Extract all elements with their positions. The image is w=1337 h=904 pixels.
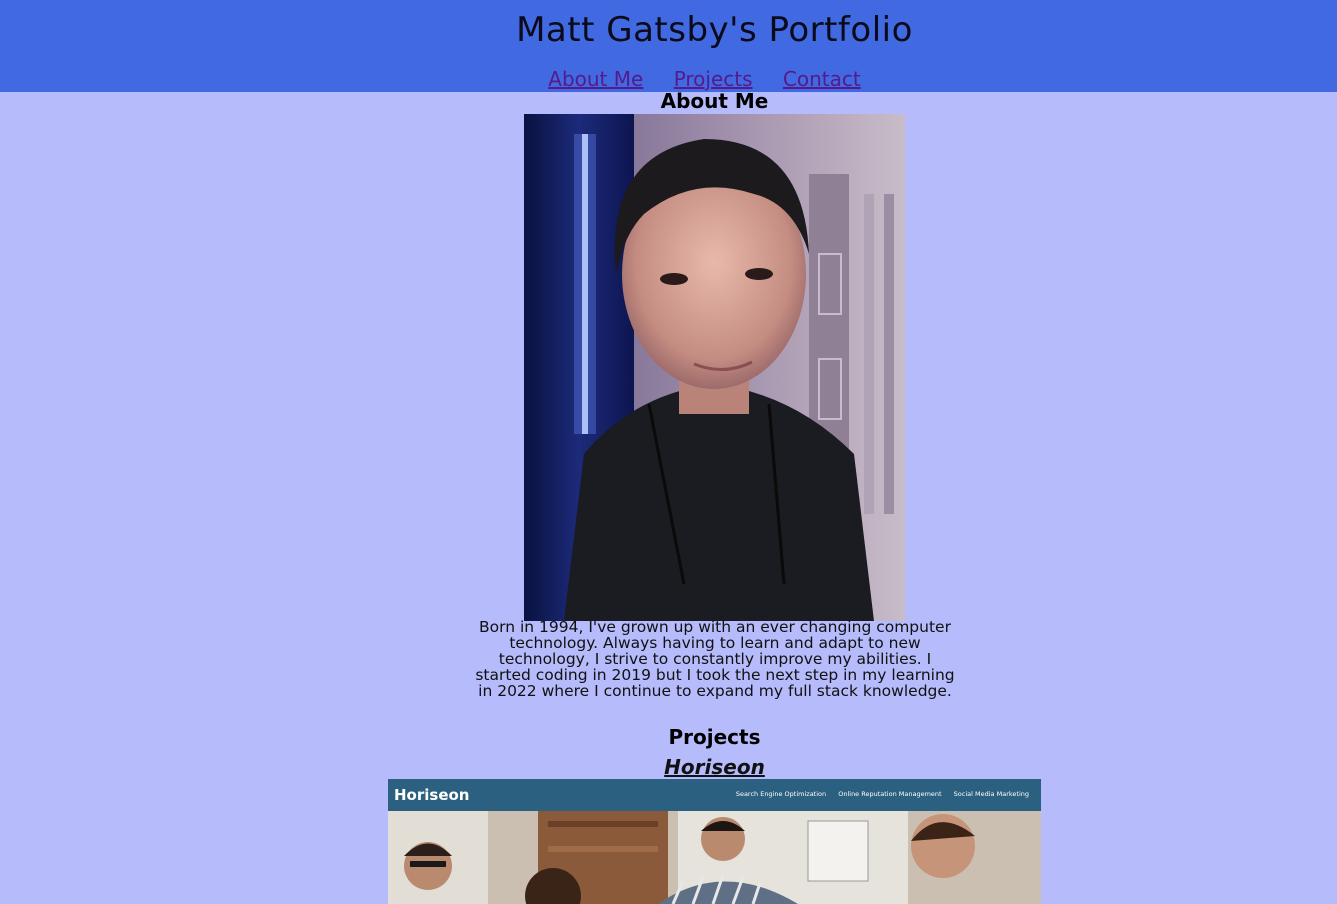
projects-heading: Projects <box>668 725 761 749</box>
project-link-horiseon[interactable]: Horiseon <box>664 755 765 779</box>
screenshot-nav: Search Engine Optimization Online Reputa… <box>726 790 1029 798</box>
project-title-horiseon: Horiseon <box>0 755 1337 779</box>
about-heading: About Me <box>660 89 769 113</box>
nav-link-contact[interactable]: Contact <box>783 67 861 91</box>
profile-photo <box>524 114 905 621</box>
screenshot-hero-image <box>388 811 1041 904</box>
main-nav: About Me Projects Contact <box>0 67 1337 91</box>
nav-link-about[interactable]: About Me <box>548 67 643 91</box>
project-screenshot-horiseon[interactable]: Horiseon Search Engine Optimization Onli… <box>388 779 1041 904</box>
site-title: Matt Gatsby's Portfolio <box>516 10 913 50</box>
nav-link-projects[interactable]: Projects <box>674 67 753 91</box>
screenshot-nav-item: Online Reputation Management <box>838 790 942 798</box>
screenshot-logo: Horiseon <box>394 786 470 804</box>
screenshot-nav-item: Search Engine Optimization <box>735 790 827 798</box>
about-bio: Born in 1994, I've grown up with an ever… <box>475 618 955 700</box>
screenshot-header-bar: Horiseon Search Engine Optimization Onli… <box>388 779 1041 811</box>
screenshot-nav-item: Social Media Marketing <box>953 790 1029 798</box>
profile-photo-illustration <box>524 114 905 621</box>
